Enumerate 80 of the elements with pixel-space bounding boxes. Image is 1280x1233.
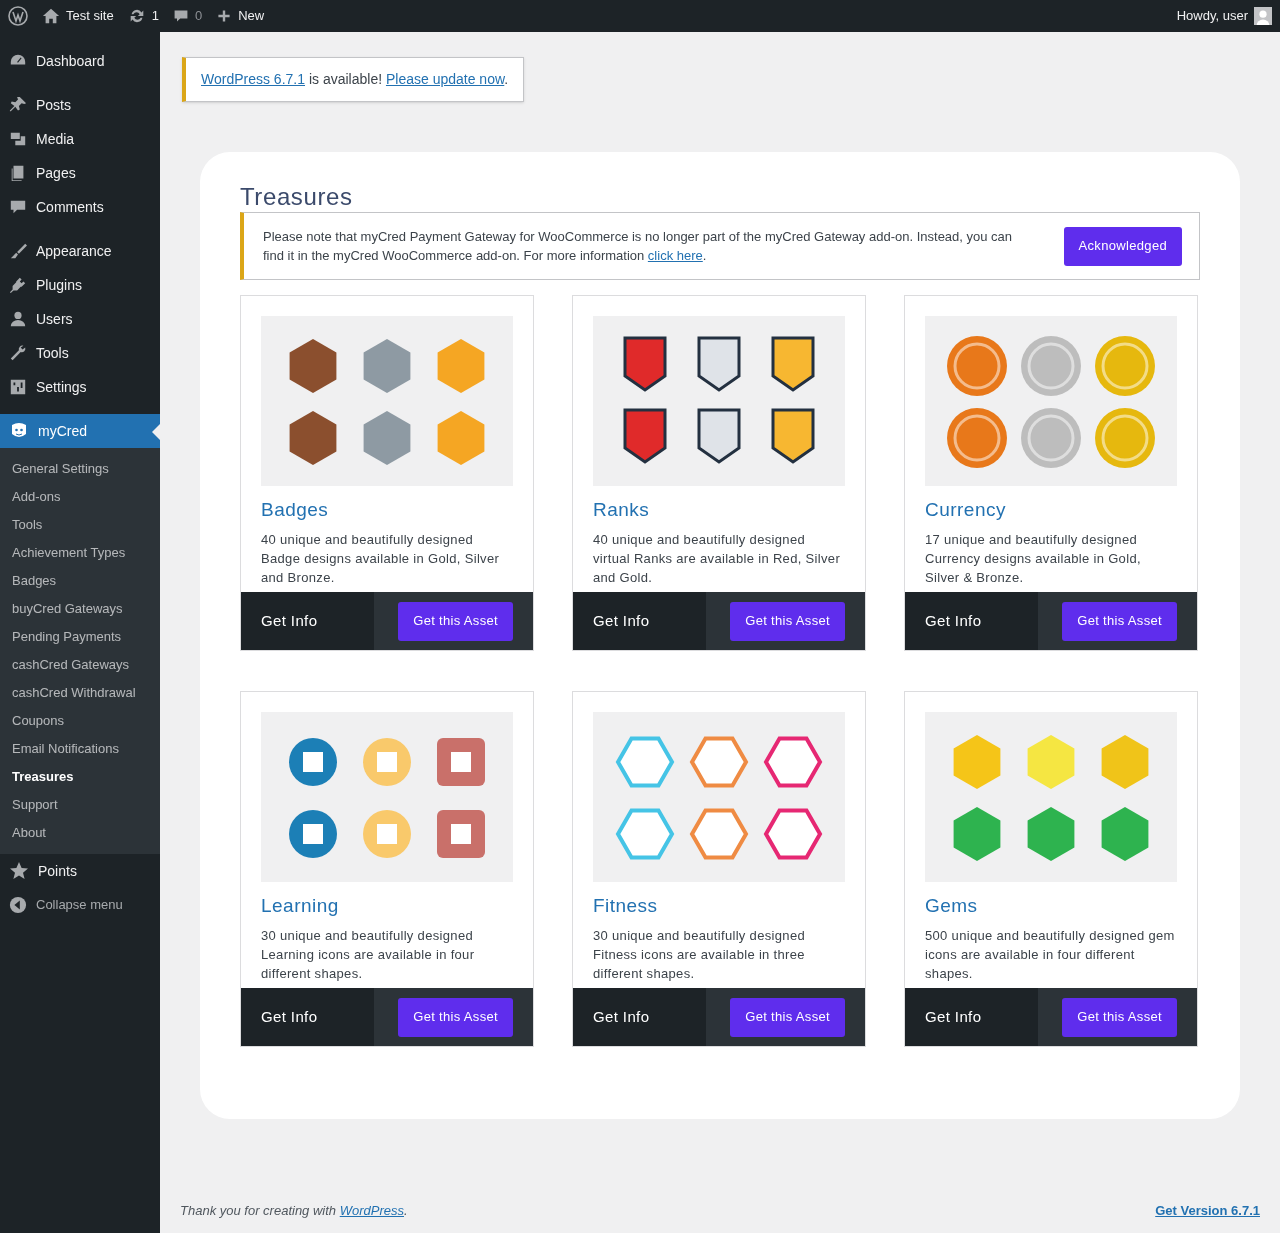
get-info-link[interactable]: Get Info: [905, 592, 1038, 650]
updates-link[interactable]: 1: [127, 6, 159, 26]
wrench-icon: [9, 344, 27, 362]
wordpress-logo-icon: [8, 6, 28, 26]
submenu-item[interactable]: buyCred Gateways: [0, 595, 160, 623]
submenu-item[interactable]: Achievement Types: [0, 539, 160, 567]
submenu-item[interactable]: cashCred Gateways: [0, 651, 160, 679]
avatar-icon: [1254, 7, 1272, 25]
comment-icon: [172, 8, 189, 24]
get-asset-button[interactable]: Get this Asset: [1062, 601, 1177, 641]
card-title: Learning: [261, 894, 340, 918]
submenu-item[interactable]: Treasures: [0, 763, 160, 791]
menu-item[interactable]: Dashboard: [0, 44, 160, 78]
menu-item[interactable]: Posts: [0, 88, 160, 122]
get-info-link[interactable]: Get Info: [241, 988, 374, 1046]
get-info-link[interactable]: Get Info: [573, 988, 706, 1046]
notice-text: Please note that myCred Payment Gateway for WooCommerce is no longer part of the myCred Gateway add-on. Instead, you can find it in the myCred WooCommerce add-on. For more information click here.: [263, 228, 1014, 265]
get-asset-button[interactable]: Get this Asset: [398, 997, 513, 1037]
submenu-item[interactable]: About: [0, 819, 160, 847]
submenu-item[interactable]: Coupons: [0, 707, 160, 735]
media-icon: [9, 130, 27, 148]
get-asset-button[interactable]: Get this Asset: [1062, 997, 1177, 1037]
submenu-item[interactable]: Badges: [0, 567, 160, 595]
menu-item[interactable]: Pages: [0, 156, 160, 190]
submenu-item[interactable]: cashCred Withdrawal: [0, 679, 160, 707]
home-icon: [42, 7, 60, 25]
submenu-item[interactable]: Tools: [0, 511, 160, 539]
collapse-menu-button[interactable]: Collapse menu: [0, 888, 160, 922]
menu-item[interactable]: Comments: [0, 190, 160, 224]
card-title: Badges: [261, 498, 330, 522]
click-here-link[interactable]: click here: [647, 248, 703, 263]
menu-item[interactable]: myCred: [0, 414, 160, 448]
star-icon: [9, 861, 29, 881]
card-title: Currency: [925, 498, 1007, 522]
submenu-item[interactable]: General Settings: [0, 455, 160, 483]
get-asset-button[interactable]: Get this Asset: [398, 601, 513, 641]
menu-item[interactable]: Points: [0, 854, 160, 888]
get-asset-button[interactable]: Get this Asset: [730, 601, 845, 641]
account-link[interactable]: Howdy, user: [1176, 6, 1272, 26]
card-description: 30 unique and beautifully designed Fitness icons are available in three different shapes.: [593, 926, 806, 983]
submenu-item[interactable]: Support: [0, 791, 160, 819]
menu-item[interactable]: Appearance: [0, 234, 160, 268]
card-description: 30 unique and beautifully designed Learning icons are available in four different shapes.: [261, 926, 476, 983]
plus-icon: [216, 8, 233, 24]
card-title: Fitness: [593, 894, 659, 918]
update-notice: WordPress 6.7.1 is available! Please update now.: [182, 57, 525, 102]
menu-item[interactable]: Settings: [0, 370, 160, 404]
pushpin-icon: [9, 96, 27, 114]
footer-text: Thank you for creating with WordPress.: [180, 1201, 408, 1220]
card-title: Gems: [925, 894, 979, 918]
card-description: 40 unique and beautifully designed virtual Ranks are available in Red, Silver and Gold.: [593, 530, 842, 587]
get-asset-button[interactable]: Get this Asset: [730, 997, 845, 1037]
submenu-item[interactable]: Pending Payments: [0, 623, 160, 651]
menu-item[interactable]: Plugins: [0, 268, 160, 302]
current-indicator-icon: [152, 424, 160, 440]
menu-item[interactable]: Media: [0, 122, 160, 156]
collapse-icon: [9, 896, 27, 914]
card-description: 500 unique and beautifully designed gem icons are available in four different shapes.: [925, 926, 1176, 983]
submenu-item[interactable]: Add-ons: [0, 483, 160, 511]
paintbrush-icon: [9, 242, 27, 260]
menu-item[interactable]: Tools: [0, 336, 160, 370]
comments-link[interactable]: 0: [172, 6, 203, 26]
update-version-link[interactable]: WordPress 6.7.1: [201, 71, 305, 87]
settings-icon: [9, 378, 27, 396]
get-info-link[interactable]: Get Info: [905, 988, 1038, 1046]
get-info-link[interactable]: Get Info: [573, 592, 706, 650]
card-description: 17 unique and beautifully designed Currency designs available in Gold, Silver & Bronze.: [925, 530, 1142, 587]
submenu-item[interactable]: Email Notifications: [0, 735, 160, 763]
site-link[interactable]: Test site: [42, 6, 114, 26]
card-title: Ranks: [593, 498, 651, 522]
user-icon: [9, 310, 27, 328]
get-info-link[interactable]: Get Info: [241, 592, 374, 650]
acknowledged-button[interactable]: Acknowledged: [1063, 226, 1182, 266]
card-description: 40 unique and beautifully designed Badge designs available in Gold, Silver and Bronze.: [261, 530, 501, 587]
wordpress-link[interactable]: WordPress: [339, 1202, 404, 1218]
plug-icon: [9, 276, 27, 294]
page-title: Treasures: [240, 182, 354, 212]
new-link[interactable]: New: [216, 6, 265, 26]
menu-item[interactable]: Users: [0, 302, 160, 336]
version-link[interactable]: Get Version 6.7.1: [1155, 1200, 1260, 1220]
